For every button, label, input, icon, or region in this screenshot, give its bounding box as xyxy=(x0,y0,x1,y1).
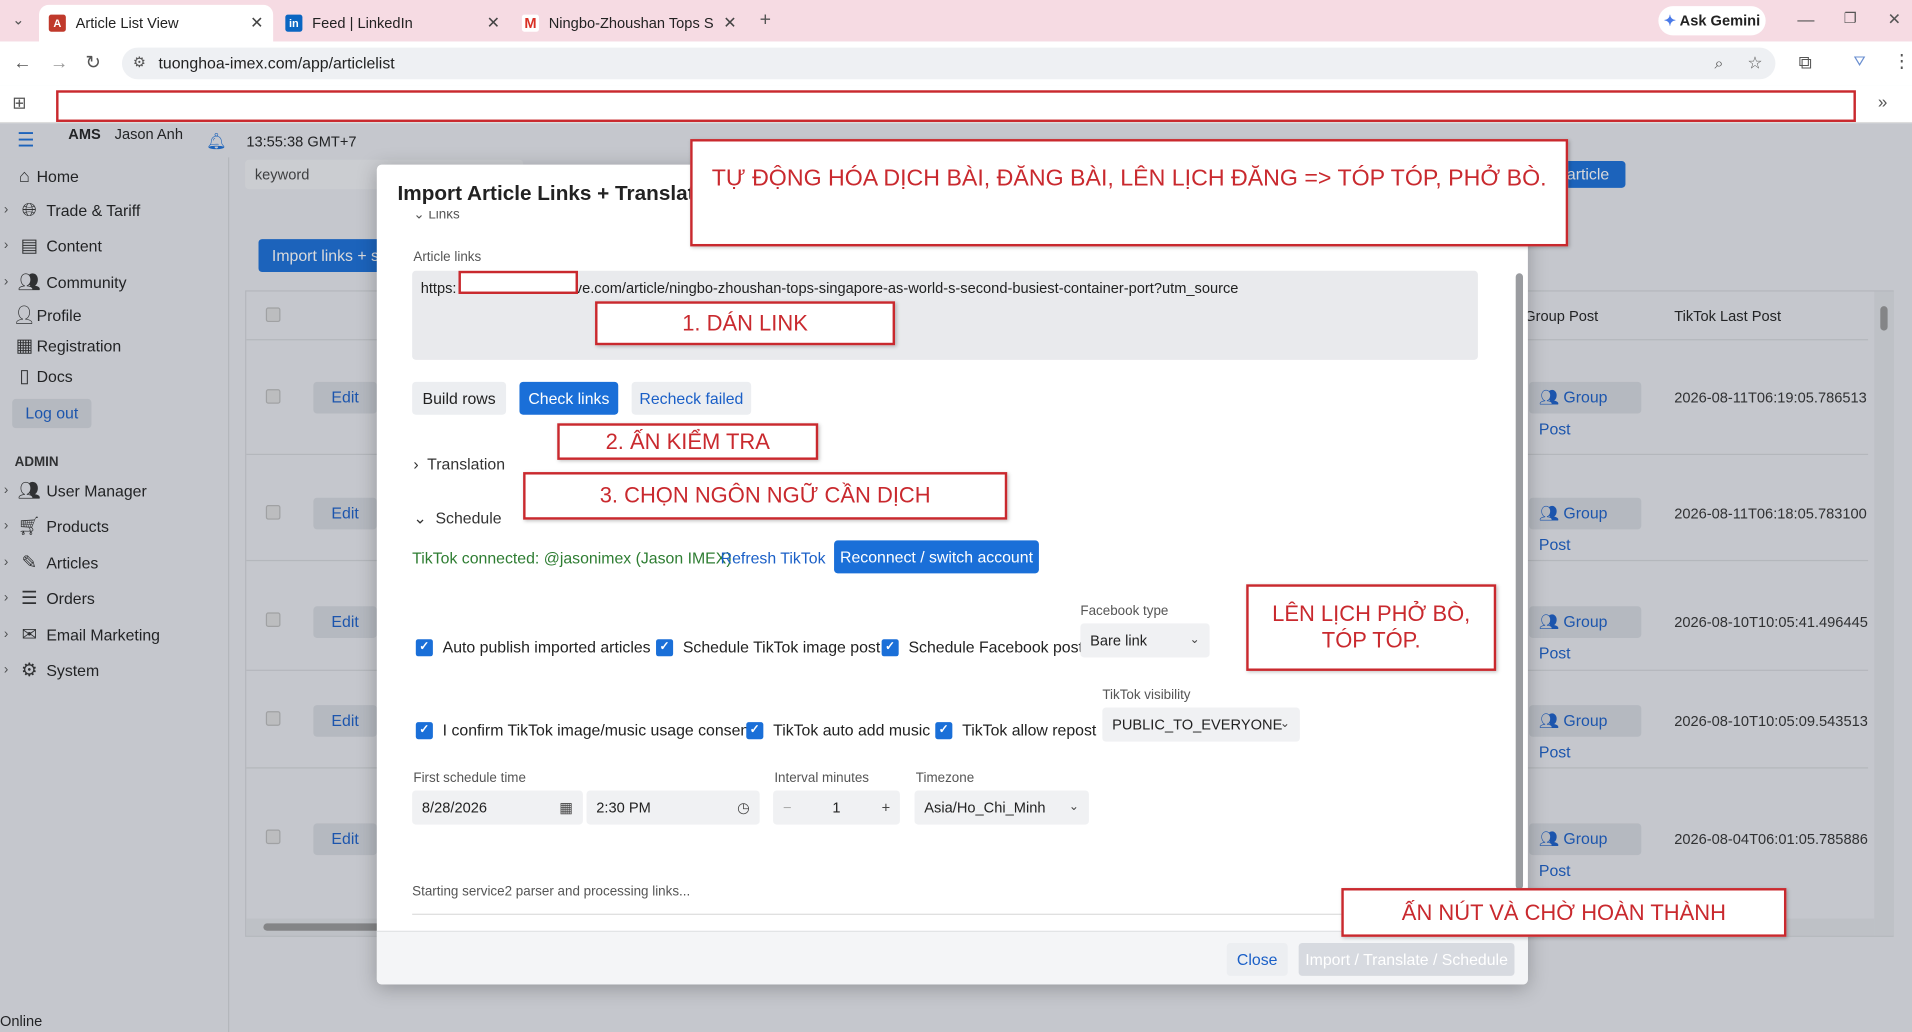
browser-tab-linkedin[interactable]: in Feed | LinkedIn ✕ xyxy=(276,5,510,42)
checkmark-icon: ✓ xyxy=(746,721,764,739)
timezone-label: Timezone xyxy=(915,770,975,786)
schedule-annotation: LÊN LỊCH PHỞ BÒ, TÓP TÓP. xyxy=(1246,584,1497,671)
translation-section-toggle[interactable]: › Translation xyxy=(413,455,505,473)
step1-annotation: 1. DÁN LINK xyxy=(595,301,896,346)
minus-icon[interactable]: − xyxy=(783,790,792,824)
schedule-facebook-checkbox[interactable]: ✓ Schedule Facebook post xyxy=(881,638,1083,656)
schedule-tiktok-checkbox[interactable]: ✓ Schedule TikTok image post xyxy=(656,638,880,656)
bookmark-star-icon[interactable]: ☆ xyxy=(1747,54,1762,71)
chevron-down-icon: ⌄ xyxy=(1189,633,1200,647)
chevron-down-icon: ⌄ xyxy=(413,508,436,527)
modal-scrollbar[interactable] xyxy=(1515,273,1524,890)
address-bar[interactable]: ⚙ tuonghoa-imex.com/app/articlelist ⌕ ☆ xyxy=(121,47,1776,80)
article-links-label: Article links xyxy=(413,250,482,265)
tiktok-allow-repost-checkbox[interactable]: ✓ TikTok allow repost xyxy=(935,721,1096,739)
links-section-toggle[interactable]: ⌄ Links xyxy=(413,211,459,226)
auto-publish-checkbox[interactable]: ✓ Auto publish imported articles xyxy=(415,638,651,656)
import-translate-schedule-button[interactable]: Import / Translate / Schedule xyxy=(1298,942,1515,976)
tab-search-chevron-icon[interactable]: ⌄ xyxy=(12,12,24,27)
checkmark-icon: ✓ xyxy=(415,721,433,739)
apps-grid-icon[interactable]: ⊞ xyxy=(12,94,26,111)
processing-status-text: Starting service2 parser and processing … xyxy=(412,884,691,900)
extensions-icon[interactable]: ⧉ xyxy=(1799,54,1812,72)
browser-tab-bar: ⌄ A Article List View ✕ in Feed | Linked… xyxy=(0,0,1912,42)
final-step-annotation: ẤN NÚT VÀ CHỜ HOÀN THÀNH xyxy=(1341,888,1787,937)
headline-annotation: TỰ ĐỘNG HÓA DỊCH BÀI, ĐĂNG BÀI, LÊN LỊCH… xyxy=(690,139,1569,247)
gemini-sparkle-icon: ✦ xyxy=(1663,12,1677,30)
confirm-consent-checkbox[interactable]: ✓ I confirm TikTok image/music usage cons… xyxy=(415,721,754,739)
checkmark-icon: ✓ xyxy=(415,638,433,656)
browser-tab-gmail[interactable]: M Ningbo-Zhoushan Tops Singap ✕ xyxy=(512,5,746,42)
checkmark-icon: ✓ xyxy=(656,638,674,656)
close-window-icon[interactable]: ✕ xyxy=(1888,11,1901,27)
chevron-down-icon: ⌄ xyxy=(413,211,429,223)
url-text: tuonghoa-imex.com/app/articlelist xyxy=(158,53,395,72)
reload-icon[interactable]: ↻ xyxy=(85,54,100,72)
timezone-select[interactable]: Asia/Ho_Chi_Minh ⌄ xyxy=(914,790,1089,825)
more-bookmarks-icon[interactable]: » xyxy=(1878,93,1888,110)
reconnect-tiktok-button[interactable]: Reconnect / switch account xyxy=(834,540,1039,574)
close-button[interactable]: Close xyxy=(1226,942,1288,976)
chevron-right-icon: › xyxy=(413,455,428,474)
back-arrow-icon[interactable]: ← xyxy=(13,54,31,72)
app-favicon-icon: A xyxy=(48,14,66,32)
tab-title: Feed | LinkedIn xyxy=(312,14,413,32)
close-tab-icon[interactable]: ✕ xyxy=(250,13,263,33)
site-info-icon[interactable]: ⚙ xyxy=(133,55,146,70)
date-input[interactable]: 8/28/2026 ▦ xyxy=(412,790,583,825)
clock-icon[interactable]: ◷ xyxy=(737,790,750,824)
gmail-favicon-icon: M xyxy=(521,14,539,32)
redacted-bookmarks-box xyxy=(56,90,1856,122)
plus-icon[interactable]: + xyxy=(882,790,891,824)
close-tab-icon[interactable]: ✕ xyxy=(487,13,500,33)
facebook-type-select[interactable]: Bare link ⌄ xyxy=(1080,623,1210,658)
divider xyxy=(412,913,1461,915)
check-links-button[interactable]: Check links xyxy=(519,381,619,415)
first-schedule-label: First schedule time xyxy=(413,770,526,786)
redacted-link-box xyxy=(458,270,578,294)
tiktok-connected-status: TikTok connected: @jasonimex (Jason IMEX… xyxy=(412,548,732,568)
interval-minutes-label: Interval minutes xyxy=(774,770,870,786)
build-rows-button[interactable]: Build rows xyxy=(412,381,507,415)
tiktok-visibility-select[interactable]: PUBLIC_TO_EVERYONE ⌄ xyxy=(1102,707,1300,742)
browser-menu-icon[interactable]: ⋮ xyxy=(1892,52,1910,70)
chevron-down-icon: ⌄ xyxy=(1279,717,1291,731)
facebook-type-label: Facebook type xyxy=(1080,603,1169,619)
modal-title: Import Article Links + Translate + xyxy=(397,181,724,205)
ask-gemini-button[interactable]: ✦ Ask Gemini xyxy=(1658,6,1766,36)
step2-annotation: 2. ẤN KIỂM TRA xyxy=(557,423,819,460)
browser-tab-article-list[interactable]: A Article List View ✕ xyxy=(39,4,274,42)
tiktok-auto-music-checkbox[interactable]: ✓ TikTok auto add music xyxy=(746,721,930,739)
restore-window-icon[interactable]: ❐ xyxy=(1844,11,1857,26)
calendar-icon[interactable]: ▦ xyxy=(559,790,573,824)
profile-icon[interactable]: ⛛ xyxy=(1853,54,1865,69)
minimize-window-icon[interactable]: — xyxy=(1797,11,1814,28)
checkmark-icon: ✓ xyxy=(881,638,899,656)
schedule-section-toggle[interactable]: ⌄ Schedule xyxy=(413,509,501,529)
chevron-down-icon: ⌄ xyxy=(1068,800,1080,814)
interval-minutes-stepper[interactable]: − 1 + xyxy=(773,790,900,825)
close-tab-icon[interactable]: ✕ xyxy=(723,13,736,33)
checkmark-icon: ✓ xyxy=(935,721,953,739)
step3-annotation: 3. CHỌN NGÔN NGỮ CẦN DỊCH xyxy=(523,472,1008,520)
tab-title: Ningbo-Zhoushan Tops Singap xyxy=(548,14,714,32)
recheck-failed-button[interactable]: Recheck failed xyxy=(631,381,752,415)
time-input[interactable]: 2:30 PM ◷ xyxy=(586,790,760,825)
new-tab-icon[interactable]: + xyxy=(760,10,771,31)
forward-arrow-icon[interactable]: → xyxy=(50,54,68,72)
linkedin-favicon-icon: in xyxy=(285,14,303,32)
refresh-tiktok-link[interactable]: Refresh TikTok xyxy=(721,549,826,567)
zoom-icon[interactable]: ⌕ xyxy=(1714,55,1723,71)
tiktok-visibility-label: TikTok visibility xyxy=(1102,688,1191,703)
tab-title: Article List View xyxy=(75,14,179,32)
